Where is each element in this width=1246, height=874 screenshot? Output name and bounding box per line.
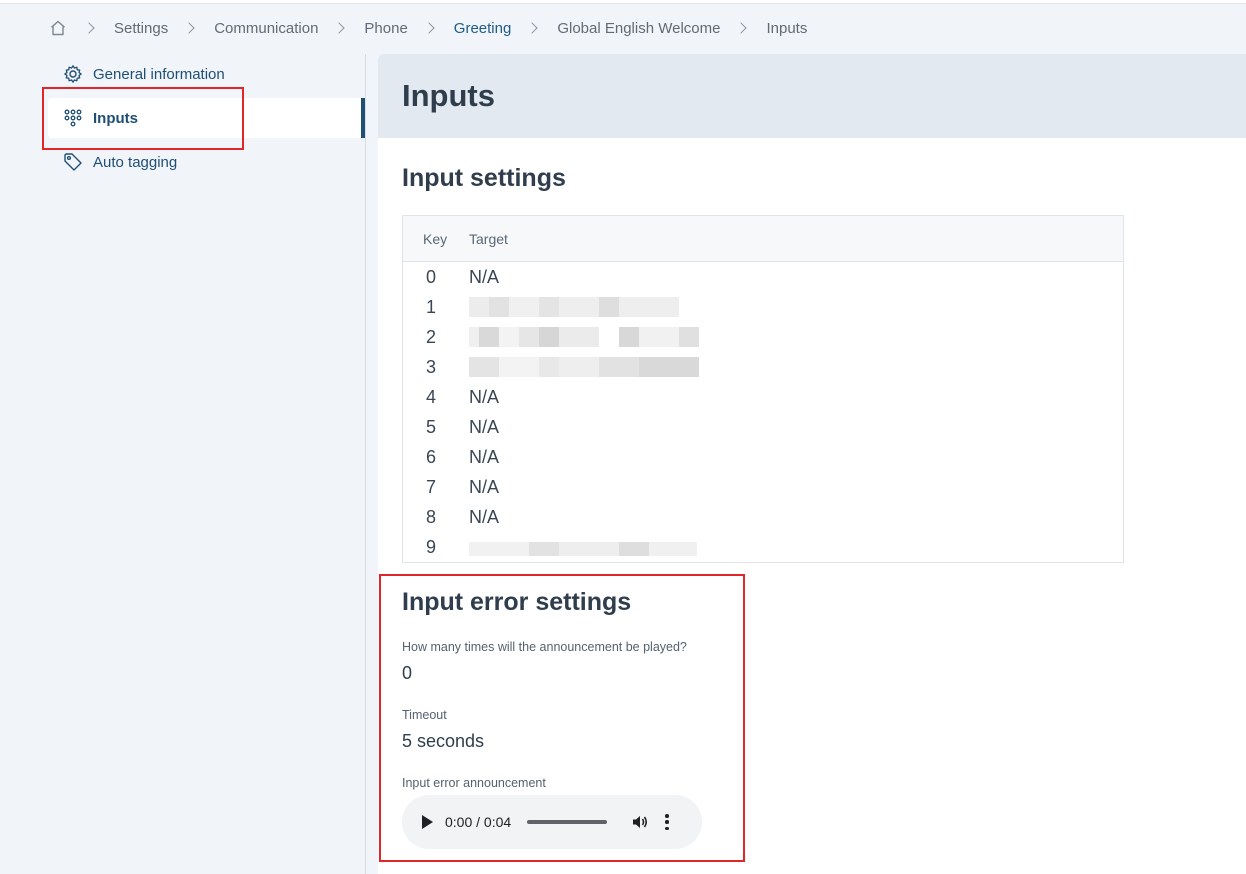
page-title: Inputs <box>402 78 495 113</box>
redacted-target <box>469 357 699 377</box>
gear-icon <box>62 63 84 85</box>
key-cell: 4 <box>425 386 436 407</box>
breadcrumb-communication[interactable]: Communication <box>214 20 318 37</box>
page-header: Inputs <box>378 54 1246 138</box>
breadcrumb-greeting[interactable]: Greeting <box>454 20 512 37</box>
table-row: 4 N/A <box>403 382 1123 412</box>
table-row: 3 <box>403 352 1123 382</box>
breadcrumb-global-english-welcome[interactable]: Global English Welcome <box>557 20 720 37</box>
top-bar <box>0 0 1246 4</box>
chevron-right-icon <box>83 22 95 34</box>
target-cell: N/A <box>469 386 500 407</box>
input-settings-table: Key Target 0 N/A 1 2 3 4 N/A 5 N/A 6 N/A… <box>402 215 1124 563</box>
highlight-box-inputs <box>42 87 244 150</box>
chevron-right-icon <box>423 22 435 34</box>
target-cell: N/A <box>469 476 500 497</box>
key-cell: 0 <box>425 266 436 287</box>
target-cell: N/A <box>469 506 500 527</box>
key-cell: 6 <box>425 446 436 467</box>
sidebar-divider <box>365 54 366 874</box>
table-row: 0 N/A <box>403 262 1123 292</box>
breadcrumb-settings[interactable]: Settings <box>114 20 168 37</box>
table-row: 8 N/A <box>403 502 1123 532</box>
tag-icon <box>62 151 84 173</box>
key-cell: 2 <box>425 326 436 347</box>
target-cell: N/A <box>469 446 500 467</box>
chevron-right-icon <box>183 22 195 34</box>
redacted-target <box>469 297 699 317</box>
key-cell: 9 <box>425 536 436 557</box>
key-cell: 5 <box>425 416 436 437</box>
table-row: 1 <box>403 292 1123 322</box>
sidebar-item-label: General information <box>93 65 225 83</box>
sidebar: General information Inputs Auto tagging <box>48 54 366 874</box>
breadcrumb: Settings Communication Phone Greeting Gl… <box>48 16 807 40</box>
table-row: 2 <box>403 322 1123 352</box>
table-row: 9 <box>403 532 1123 562</box>
breadcrumb-phone[interactable]: Phone <box>364 20 407 37</box>
key-cell: 8 <box>425 506 436 527</box>
table-row: 5 N/A <box>403 412 1123 442</box>
chevron-right-icon <box>333 22 346 34</box>
column-header-key: Key <box>423 230 448 247</box>
key-cell: 3 <box>425 356 436 377</box>
target-cell: N/A <box>469 266 500 287</box>
highlight-box-error-settings <box>379 574 745 862</box>
key-cell: 1 <box>425 296 436 317</box>
chevron-right-icon <box>526 22 539 34</box>
home-icon[interactable] <box>48 18 68 38</box>
input-settings-title: Input settings <box>402 164 566 192</box>
chevron-right-icon <box>735 22 748 34</box>
sidebar-item-label: Auto tagging <box>93 153 178 171</box>
target-cell: N/A <box>469 416 500 437</box>
key-cell: 7 <box>425 476 436 497</box>
table-row: 7 N/A <box>403 472 1123 502</box>
redacted-target <box>469 542 699 556</box>
table-header: Key Target <box>403 216 1123 262</box>
table-row: 6 N/A <box>403 442 1123 472</box>
breadcrumb-inputs: Inputs <box>766 19 808 37</box>
redacted-target <box>469 327 699 347</box>
column-header-target: Target <box>469 230 508 247</box>
